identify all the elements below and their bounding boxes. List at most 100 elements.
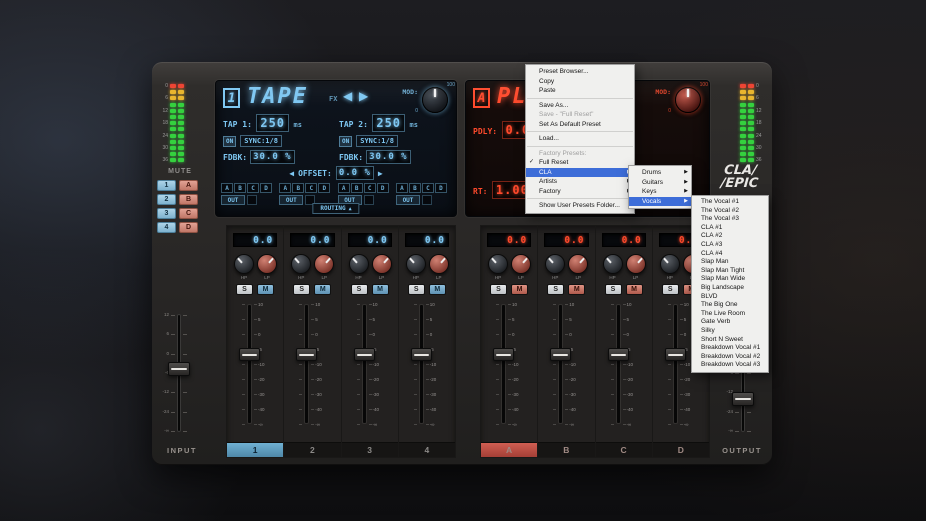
tap2-on-button[interactable]: ON: [339, 136, 352, 147]
channel-tab-1[interactable]: 1: [227, 442, 283, 457]
routing-out-button[interactable]: OUT: [396, 195, 420, 205]
routing-send-c-button[interactable]: C: [305, 183, 317, 193]
menu-item-the-live-room[interactable]: The Live Room: [692, 310, 768, 319]
solo-button-4[interactable]: S: [408, 284, 425, 295]
channel-fader-handle[interactable]: [608, 348, 629, 361]
routing-out-button[interactable]: OUT: [221, 195, 245, 205]
mute-button-1[interactable]: M: [257, 284, 274, 295]
menu-item-artists[interactable]: Artists▶: [526, 177, 634, 187]
lp-knob[interactable]: [372, 254, 392, 274]
routing-send-a-button[interactable]: A: [396, 183, 408, 193]
menu-item-cla-2[interactable]: CLA #2: [692, 232, 768, 241]
offset-increase-arrow-icon[interactable]: ▶: [378, 169, 383, 178]
routing-send-a-button[interactable]: A: [338, 183, 350, 193]
mute-button-b[interactable]: B: [179, 194, 198, 205]
channel-fader-track[interactable]: [362, 304, 367, 424]
hp-knob[interactable]: [406, 254, 426, 274]
channel-fader-handle[interactable]: [354, 348, 375, 361]
menu-item-breakdown-vocal-1[interactable]: Breakdown Vocal #1: [692, 344, 768, 353]
routing-send-d-button[interactable]: D: [435, 183, 447, 193]
hp-knob[interactable]: [291, 254, 311, 274]
mute-button-2[interactable]: M: [314, 284, 331, 295]
mute-button-d[interactable]: D: [179, 222, 198, 233]
menu-item-cla-1[interactable]: CLA #1: [692, 224, 768, 233]
menu-item-gate-verb[interactable]: Gate Verb: [692, 318, 768, 327]
routing-send-a-button[interactable]: A: [279, 183, 291, 193]
offset-decrease-arrow-icon[interactable]: ◀: [289, 169, 294, 178]
routing-out-button[interactable]: OUT: [279, 195, 303, 205]
hp-knob[interactable]: [234, 254, 254, 274]
lp-knob[interactable]: [257, 254, 277, 274]
menu-item-slap-man-tight[interactable]: Slap Man Tight: [692, 267, 768, 276]
menu-item-factory[interactable]: Factory▶: [526, 187, 634, 197]
mute-button-b[interactable]: M: [568, 284, 585, 295]
tap2-sync-selector[interactable]: SYNC:1/8: [356, 135, 398, 147]
channel-fader-track[interactable]: [247, 304, 252, 424]
menu-item-cla-3[interactable]: CLA #3: [692, 241, 768, 250]
menu-item-breakdown-vocal-3[interactable]: Breakdown Vocal #3: [692, 361, 768, 370]
menu-item-slap-man-wide[interactable]: Slap Man Wide: [692, 275, 768, 284]
channel-tab-a[interactable]: A: [481, 442, 537, 457]
hp-knob[interactable]: [545, 254, 565, 274]
hp-knob[interactable]: [603, 254, 623, 274]
channel-fader-handle[interactable]: [550, 348, 571, 361]
hp-knob[interactable]: [349, 254, 369, 274]
channel-tab-c[interactable]: C: [596, 442, 652, 457]
reverb-slot-indicator[interactable]: A: [473, 88, 490, 108]
routing-send-c-button[interactable]: C: [364, 183, 376, 193]
lp-knob[interactable]: [626, 254, 646, 274]
routing-send-b-button[interactable]: B: [351, 183, 363, 193]
routing-toggle[interactable]: ROUTING ▲: [312, 203, 359, 214]
routing-send-b-button[interactable]: B: [409, 183, 421, 193]
menu-item-copy[interactable]: Copy: [526, 77, 634, 87]
next-fx-arrow-icon[interactable]: ▶: [359, 89, 368, 103]
lp-knob[interactable]: [429, 254, 449, 274]
channel-tab-b[interactable]: B: [538, 442, 594, 457]
solo-button-a[interactable]: S: [490, 284, 507, 295]
tap1-sync-selector[interactable]: SYNC:1/8: [240, 135, 282, 147]
mute-button-4[interactable]: M: [429, 284, 446, 295]
routing-send-c-button[interactable]: C: [422, 183, 434, 193]
menu-item-silky[interactable]: Silky: [692, 327, 768, 336]
routing-send-d-button[interactable]: D: [318, 183, 330, 193]
routing-send-d-button[interactable]: D: [377, 183, 389, 193]
prev-fx-arrow-icon[interactable]: ◀: [343, 89, 352, 103]
menu-item-breakdown-vocal-2[interactable]: Breakdown Vocal #2: [692, 353, 768, 362]
tap2-feedback-value[interactable]: 30.0 %: [366, 150, 411, 164]
routing-send-b-button[interactable]: B: [292, 183, 304, 193]
mute-button-1[interactable]: 1: [157, 180, 176, 191]
menu-item-set-as-default-preset[interactable]: Set As Default Preset: [526, 120, 634, 130]
menu-item-guitars[interactable]: Guitars▶: [629, 178, 691, 188]
menu-item-big-landscape[interactable]: Big Landscape: [692, 284, 768, 293]
offset-value[interactable]: 0.0 %: [336, 166, 374, 180]
tap1-on-button[interactable]: ON: [223, 136, 236, 147]
channel-fader-track[interactable]: [304, 304, 309, 424]
mute-button-c[interactable]: M: [626, 284, 643, 295]
menu-item-the-vocal-1[interactable]: The Vocal #1: [692, 198, 768, 207]
menu-item-save-as[interactable]: Save As...: [526, 101, 634, 111]
channel-fader-handle[interactable]: [411, 348, 432, 361]
channel-fader-handle[interactable]: [239, 348, 260, 361]
mute-button-4[interactable]: 4: [157, 222, 176, 233]
menu-item-paste[interactable]: Paste: [526, 86, 634, 96]
mute-button-a[interactable]: A: [179, 180, 198, 191]
menu-item-the-vocal-3[interactable]: The Vocal #3: [692, 215, 768, 224]
channel-fader-track[interactable]: [419, 304, 424, 424]
channel-fader-track[interactable]: [673, 304, 678, 424]
menu-item-show-user-presets-folder[interactable]: Show User Presets Folder...: [526, 201, 634, 211]
delay-preset-title[interactable]: TAPE: [247, 84, 308, 109]
menu-item-full-reset[interactable]: Full Reset✓: [526, 158, 634, 168]
tap1-time-value[interactable]: 250: [256, 114, 289, 132]
channel-fader-track[interactable]: [558, 304, 563, 424]
routing-send-d-button[interactable]: D: [260, 183, 272, 193]
mute-button-a[interactable]: M: [511, 284, 528, 295]
menu-item-short-n-sweet[interactable]: Short N Sweet: [692, 336, 768, 345]
menu-item-the-big-one[interactable]: The Big One: [692, 301, 768, 310]
channel-fader-handle[interactable]: [296, 348, 317, 361]
menu-item-cla-4[interactable]: CLA #4: [692, 250, 768, 259]
fader-handle[interactable]: [732, 392, 754, 406]
tap1-feedback-value[interactable]: 30.0 %: [250, 150, 295, 164]
routing-send-a-button[interactable]: A: [221, 183, 233, 193]
delay-slot-indicator[interactable]: 1: [223, 88, 240, 108]
menu-item-keys[interactable]: Keys▶: [629, 187, 691, 197]
